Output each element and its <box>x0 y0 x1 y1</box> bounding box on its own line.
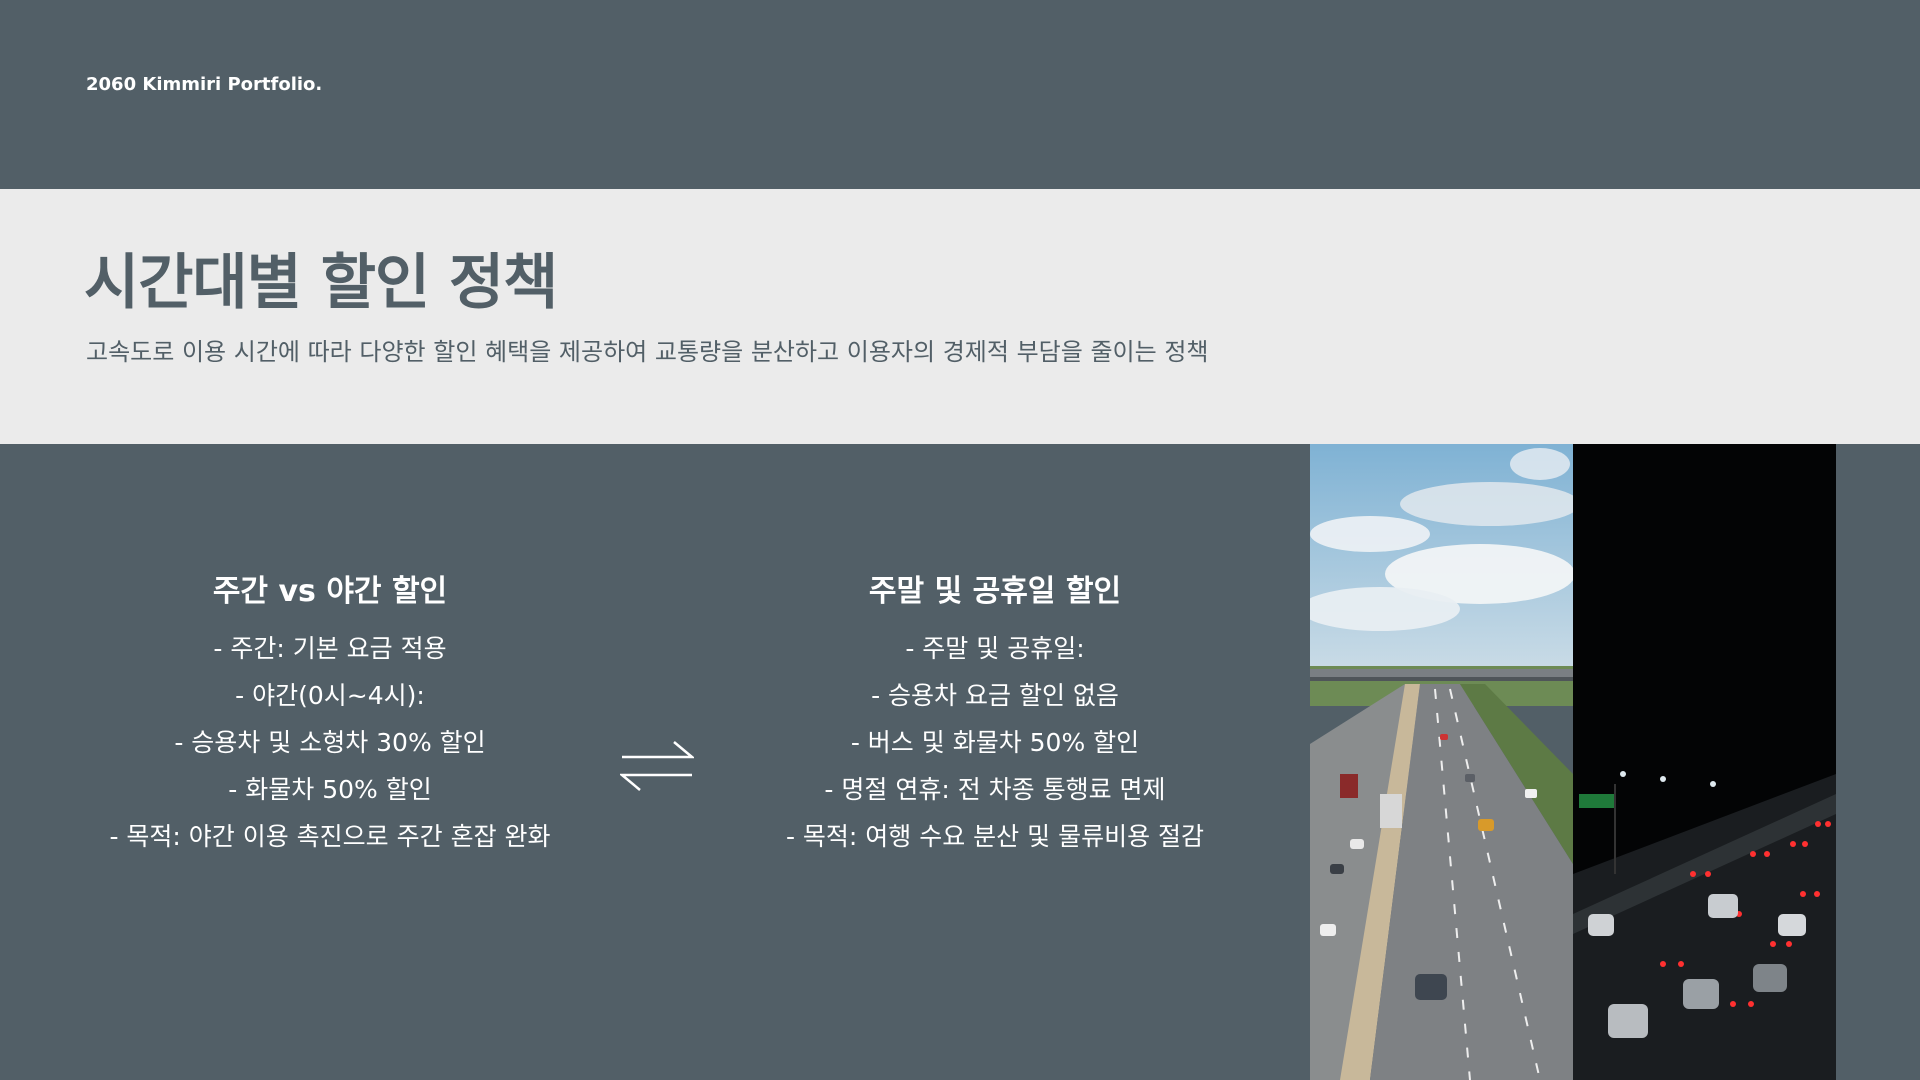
list-item: - 주말 및 공휴일: <box>905 634 1085 663</box>
list-item: - 야간(0시~4시): <box>235 681 425 710</box>
night-highway-image <box>1573 444 1836 1080</box>
weekend-holiday-discount-section: 주말 및 공휴일 할인 - 주말 및 공휴일: - 승용차 요금 할인 없음 -… <box>735 567 1255 860</box>
day-night-discount-section: 주간 vs 야간 할인 - 주간: 기본 요금 적용 - 야간(0시~4시): … <box>60 567 600 860</box>
list-item: - 승용차 요금 할인 없음 <box>871 681 1119 710</box>
list-item: - 버스 및 화물차 50% 할인 <box>850 728 1140 757</box>
list-item: - 목적: 여행 수요 분산 및 물류비용 절감 <box>785 822 1205 851</box>
list-item: - 화물차 50% 할인 <box>228 775 432 804</box>
list-item: - 주간: 기본 요금 적용 <box>213 634 447 663</box>
list-item: - 승용차 및 소형차 30% 할인 <box>174 728 486 757</box>
list-item: - 명절 연휴: 전 차종 통행료 면제 <box>824 775 1166 804</box>
page-subtitle: 고속도로 이용 시간에 따라 다양한 할인 혜택을 제공하여 교통량을 분산하고… <box>86 338 1209 366</box>
swap-arrows-icon <box>620 741 694 791</box>
right-edge-strip <box>1836 444 1920 1080</box>
section-title: 주말 및 공휴일 할인 <box>868 574 1122 609</box>
page-title: 시간대별 할인 정책 <box>84 248 558 318</box>
list-item: - 목적: 야간 이용 촉진으로 주간 혼잡 완화 <box>109 822 551 851</box>
brand-label: 2060 Kimmiri Portfolio. <box>86 74 323 95</box>
section-title: 주간 vs 야간 할인 <box>212 574 448 609</box>
daytime-highway-image <box>1310 444 1573 1080</box>
